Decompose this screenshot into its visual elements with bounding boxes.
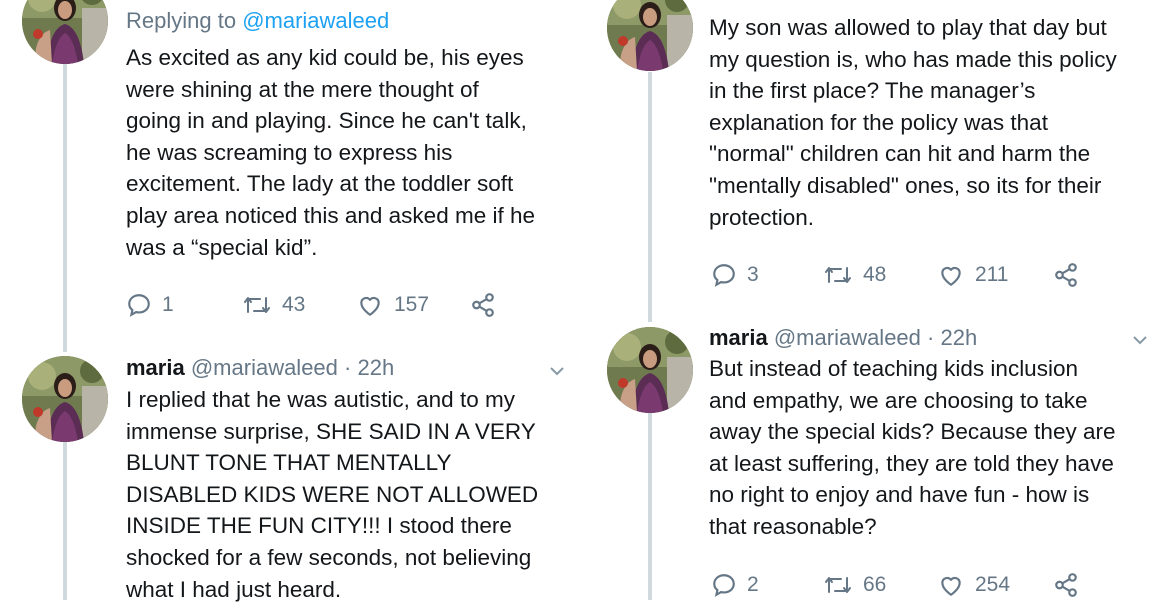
like-count: 254 <box>975 573 1011 596</box>
retweet-button[interactable]: 48 <box>823 260 886 290</box>
avatar[interactable] <box>22 0 108 64</box>
tweet-text: I replied that he was autistic, and to m… <box>126 387 539 602</box>
reply-count: 1 <box>162 293 174 316</box>
tweet-text: My son was allowed to play that day but … <box>709 15 1117 230</box>
like-icon <box>941 576 961 596</box>
retweet-icon <box>825 267 851 283</box>
share-button[interactable] <box>1053 570 1089 600</box>
like-icon <box>941 266 961 286</box>
share-icon <box>472 293 494 317</box>
share-icon <box>1055 573 1077 597</box>
tweet-text: But instead of teaching kids inclusion a… <box>709 356 1116 539</box>
retweet-count: 66 <box>863 573 887 596</box>
share-icon <box>1055 263 1077 287</box>
display-name[interactable]: maria <box>709 325 768 350</box>
timestamp[interactable]: · 22h <box>927 325 977 350</box>
user-handle[interactable]: @mariawaleed <box>774 325 921 350</box>
retweet-icon <box>825 577 851 593</box>
reply-icon <box>128 294 150 317</box>
like-button[interactable]: 211 <box>937 260 1008 290</box>
tweet[interactable]: maria @mariawaleed · 22h I replied that … <box>0 340 585 602</box>
tweet-actions: 1 43 157 <box>126 290 566 320</box>
chevron-down-icon[interactable] <box>1129 329 1151 351</box>
reply-button[interactable]: 1 <box>126 290 174 320</box>
like-icon <box>360 296 380 316</box>
replying-to-line: Replying to @mariawaleed <box>126 8 389 34</box>
tweet[interactable]: My son was allowed to play that day but … <box>585 0 1170 315</box>
tweet[interactable]: Replying to @mariawaleed As excited as a… <box>0 0 585 340</box>
share-button[interactable] <box>1053 260 1089 290</box>
left-column: Replying to @mariawaleed As excited as a… <box>0 0 585 602</box>
share-button[interactable] <box>470 290 506 320</box>
retweet-button[interactable]: 66 <box>823 570 886 600</box>
reply-icon <box>713 574 735 597</box>
reply-count: 3 <box>747 263 759 286</box>
retweet-count: 48 <box>863 263 887 286</box>
retweet-count: 43 <box>282 293 306 316</box>
retweet-icon <box>244 297 270 313</box>
display-name[interactable]: maria <box>126 355 185 380</box>
retweet-button[interactable]: 43 <box>242 290 305 320</box>
tweet-header: maria @mariawaleed · 22h <box>709 325 977 351</box>
mention-link[interactable]: @mariawaleed <box>242 8 389 33</box>
timestamp[interactable]: · 22h <box>344 355 394 380</box>
replying-to-label: Replying to <box>126 8 243 33</box>
avatar[interactable] <box>22 356 108 442</box>
like-count: 211 <box>975 263 1009 286</box>
user-handle[interactable]: @mariawaleed <box>191 355 338 380</box>
like-count: 157 <box>394 293 430 316</box>
right-column: My son was allowed to play that day but … <box>585 0 1170 600</box>
avatar-image <box>22 356 108 442</box>
tweet-header: maria @mariawaleed · 22h <box>126 355 394 381</box>
avatar-image <box>607 327 693 413</box>
reply-button[interactable]: 2 <box>711 570 759 600</box>
avatar-image <box>607 0 693 71</box>
reply-button[interactable]: 3 <box>711 260 759 290</box>
avatar-image <box>22 0 108 64</box>
chevron-down-icon[interactable] <box>546 360 568 382</box>
avatar[interactable] <box>607 0 693 71</box>
reply-count: 2 <box>747 573 759 596</box>
like-button[interactable]: 254 <box>937 570 1010 600</box>
tweet[interactable]: maria @mariawaleed · 22h But instead of … <box>585 315 1170 600</box>
tweet-actions: 2 66 254 <box>711 570 1151 600</box>
avatar[interactable] <box>607 327 693 413</box>
tweet-text: As excited as any kid could be, his eyes… <box>126 45 535 260</box>
tweet-actions: 3 48 211 <box>711 260 1151 290</box>
like-button[interactable]: 157 <box>356 290 429 320</box>
reply-icon <box>713 264 735 287</box>
